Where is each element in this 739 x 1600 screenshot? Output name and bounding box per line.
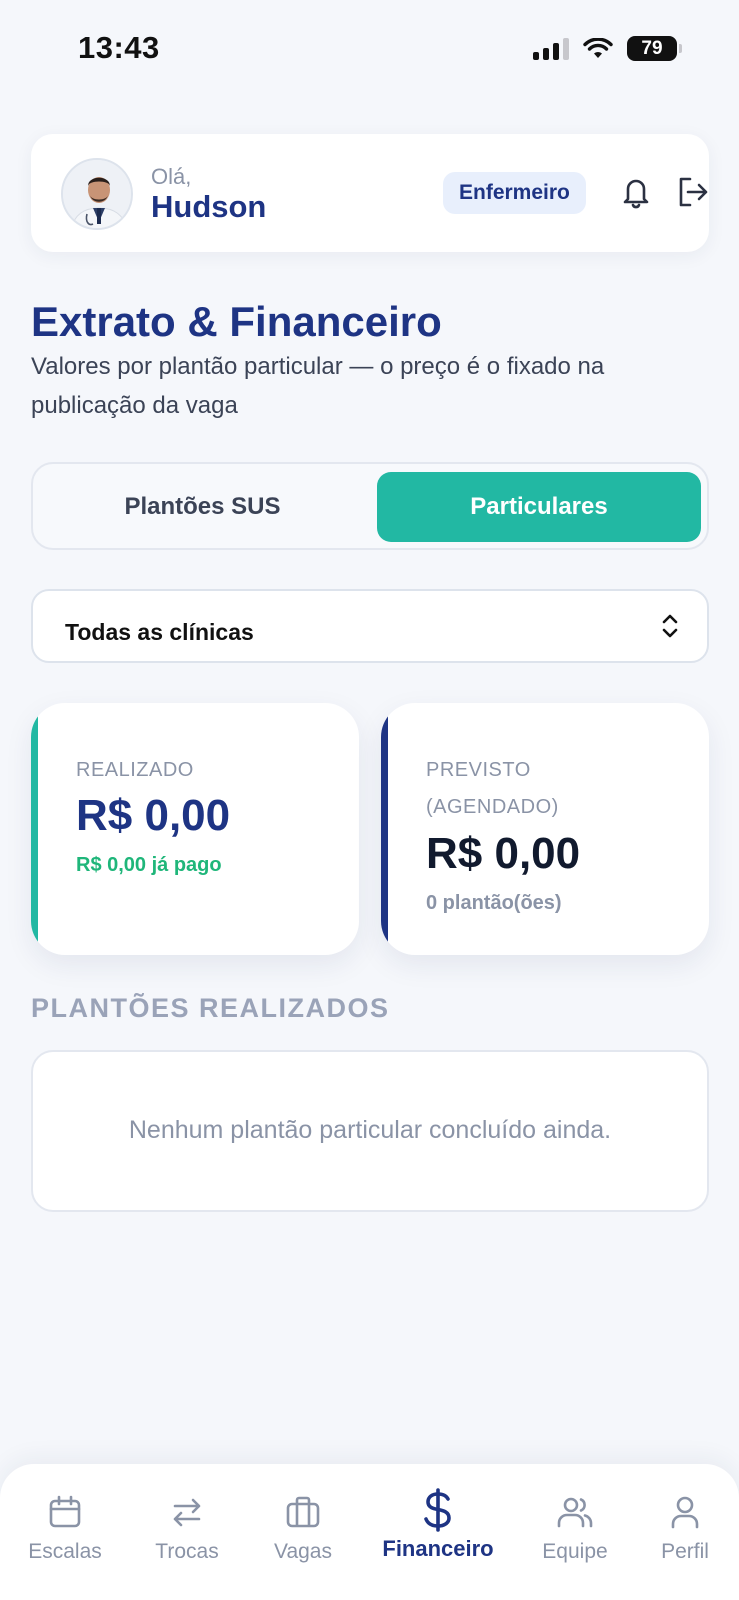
card-accent-bar bbox=[31, 703, 38, 955]
bell-icon[interactable] bbox=[619, 174, 653, 210]
empty-state-message: Nenhum plantão particular concluído aind… bbox=[128, 1116, 612, 1144]
nav-item-escalas[interactable]: Escalas bbox=[10, 1494, 120, 1564]
previsto-label-sub: (AGENDADO) bbox=[426, 796, 559, 818]
status-bar: 13:43 79 bbox=[0, 0, 739, 90]
page-subtitle: Valores por plantão particular — o preço… bbox=[31, 353, 605, 419]
calendar-icon bbox=[49, 1495, 81, 1528]
realizado-paid: R$ 0,00 já pago bbox=[76, 854, 222, 876]
status-icons: 79 bbox=[533, 36, 682, 61]
nav-item-equipe[interactable]: Equipe bbox=[520, 1494, 630, 1564]
nav-item-trocas[interactable]: Trocas bbox=[132, 1494, 242, 1564]
wifi-icon bbox=[583, 37, 613, 58]
dollar-icon bbox=[424, 1488, 451, 1532]
realizado-card: REALIZADO R$ 0,00 R$ 0,00 já pago bbox=[31, 703, 359, 955]
nav-label: Escalas bbox=[28, 1540, 102, 1563]
nav-item-perfil[interactable]: Perfil bbox=[630, 1494, 739, 1564]
nav-label: Financeiro bbox=[382, 1536, 494, 1561]
chevron-up-down-icon bbox=[662, 614, 678, 638]
status-time: 13:43 bbox=[78, 30, 160, 65]
previsto-count: 0 plantão(ões) bbox=[426, 892, 562, 914]
battery-icon: 79 bbox=[627, 36, 682, 61]
clinic-select[interactable]: Todas as clínicas bbox=[31, 589, 709, 663]
role-badge: Enfermeiro bbox=[443, 172, 586, 214]
realizado-value: R$ 0,00 bbox=[76, 791, 231, 840]
bottom-nav: Escalas Trocas Vagas Financeiro Equipe P… bbox=[0, 1464, 739, 1600]
user-name: Hudson bbox=[151, 189, 267, 224]
avatar[interactable] bbox=[61, 158, 133, 230]
nav-item-vagas[interactable]: Vagas bbox=[248, 1494, 358, 1564]
section-title: PLANTÕES REALIZADOS bbox=[31, 993, 390, 1023]
users-icon bbox=[557, 1497, 593, 1528]
previsto-label: PREVISTO bbox=[426, 759, 531, 781]
card-accent-bar bbox=[381, 703, 388, 955]
nav-label: Vagas bbox=[274, 1540, 332, 1563]
previsto-value: R$ 0,00 bbox=[426, 829, 581, 878]
greeting-label: Olá, bbox=[151, 164, 192, 189]
briefcase-icon bbox=[286, 1496, 320, 1528]
previsto-card: PREVISTO (AGENDADO) R$ 0,00 0 plantão(õe… bbox=[381, 703, 709, 955]
swap-arrows-icon bbox=[173, 1498, 201, 1527]
empty-state-card: Nenhum plantão particular concluído aind… bbox=[31, 1050, 709, 1212]
logout-icon[interactable] bbox=[676, 174, 710, 210]
nav-label: Trocas bbox=[155, 1540, 219, 1563]
header-card: Olá, Hudson Enfermeiro bbox=[31, 134, 709, 252]
tab-plantoes-sus[interactable]: Plantões SUS bbox=[41, 472, 364, 542]
realizado-label: REALIZADO bbox=[76, 759, 194, 781]
user-icon bbox=[671, 1496, 699, 1529]
page-title: Extrato & Financeiro bbox=[31, 298, 442, 345]
cellular-signal-icon bbox=[533, 37, 569, 60]
segmented-control: Plantões SUS Particulares bbox=[31, 462, 709, 550]
clinic-select-value: Todas as clínicas bbox=[65, 619, 254, 645]
nav-label: Perfil bbox=[661, 1540, 709, 1563]
nav-label: Equipe bbox=[542, 1540, 608, 1563]
nav-item-financeiro[interactable]: Financeiro bbox=[378, 1488, 498, 1562]
tab-particulares[interactable]: Particulares bbox=[377, 472, 701, 542]
